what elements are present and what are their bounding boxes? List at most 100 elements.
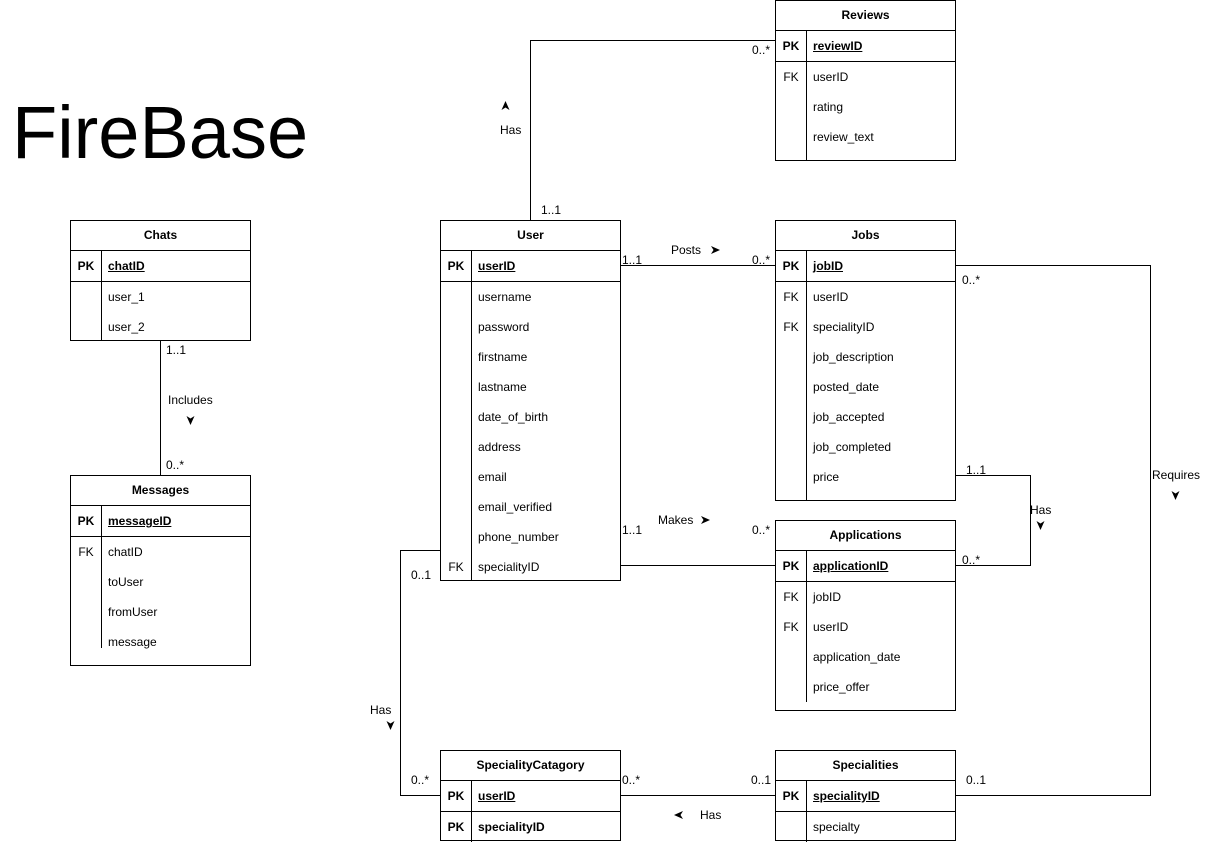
jobs-specialities-line bbox=[955, 265, 1151, 796]
field-row: email_verified bbox=[441, 492, 620, 522]
primary-key-row: PK userID bbox=[441, 781, 620, 811]
user-specialitycatagory-line bbox=[400, 550, 440, 796]
user-reviews-line bbox=[530, 40, 775, 220]
cardinality-label: 0..* bbox=[752, 43, 771, 57]
cardinality-label: 0..* bbox=[752, 253, 771, 267]
entity-title: Chats bbox=[71, 221, 250, 251]
field-name: address bbox=[478, 440, 521, 454]
primary-key-row: PK userID bbox=[441, 251, 620, 281]
primary-key-row: PK specialityID bbox=[441, 812, 620, 842]
field-name: job_completed bbox=[813, 440, 892, 454]
pk-label: PK bbox=[782, 259, 800, 273]
field-name: date_of_birth bbox=[478, 410, 549, 424]
relationship-label: Posts bbox=[671, 243, 702, 257]
cardinality-label: 1..1 bbox=[622, 253, 643, 267]
cardinality-label: 0..1 bbox=[966, 773, 987, 787]
field-name: price bbox=[813, 470, 840, 484]
field-name: chatID bbox=[108, 259, 145, 273]
entity-title: Specialities bbox=[776, 751, 955, 781]
field-name: job_description bbox=[813, 350, 894, 364]
field-name: message bbox=[108, 635, 157, 649]
cardinality-label: 0..1 bbox=[751, 773, 772, 787]
field-name: price_offer bbox=[813, 680, 870, 694]
arrow-down-icon bbox=[1036, 521, 1045, 530]
relationship-label: Has bbox=[700, 808, 722, 822]
cardinality-label: 0..1 bbox=[411, 568, 432, 582]
field-name: review_text bbox=[813, 130, 874, 144]
messages-entity[interactable]: Messages PK messageID FK chatID toUser fr… bbox=[70, 475, 251, 666]
field-name: applicationID bbox=[813, 559, 889, 573]
arrow-right-icon bbox=[711, 246, 720, 254]
field-name: rating bbox=[813, 100, 844, 114]
field-row: message bbox=[71, 627, 250, 657]
pk-label: PK bbox=[782, 39, 800, 53]
field-row: firstname bbox=[441, 342, 620, 372]
key-label: FK bbox=[783, 320, 799, 334]
cardinality-label: 0..* bbox=[166, 458, 185, 472]
field-name: userID bbox=[813, 290, 849, 304]
entity-title: User bbox=[441, 221, 620, 251]
pk-label: PK bbox=[447, 259, 465, 273]
reviews-entity[interactable]: Reviews PK reviewID FK userID rating revi… bbox=[775, 0, 956, 161]
chats-entity[interactable]: Chats PK chatID user_1 user_2 bbox=[70, 220, 251, 341]
arrow-up-icon bbox=[501, 101, 510, 110]
applications-entity[interactable]: Applications PK applicationID FK jobID FK… bbox=[775, 520, 956, 711]
field-row: FK chatID bbox=[71, 537, 250, 567]
field-name: toUser bbox=[108, 575, 144, 589]
arrow-left-icon bbox=[674, 811, 683, 819]
field-name: job_accepted bbox=[813, 410, 885, 424]
pk-label: PK bbox=[447, 820, 465, 834]
field-row: toUser bbox=[71, 567, 250, 597]
field-name: specialty bbox=[813, 820, 860, 834]
field-row: user_1 bbox=[71, 282, 250, 312]
field-row: job_accepted bbox=[776, 402, 955, 432]
specialitycatagory-entity[interactable]: SpecialityCatagory PK userID PK speciali… bbox=[440, 750, 621, 842]
field-row: rating bbox=[776, 92, 955, 122]
field-row: password bbox=[441, 312, 620, 342]
cardinality-label: 0..* bbox=[752, 523, 771, 537]
arrow-down-icon bbox=[186, 416, 195, 425]
primary-key-row: PK applicationID bbox=[776, 551, 955, 581]
field-name: user_1 bbox=[108, 290, 145, 304]
pk-label: PK bbox=[77, 514, 95, 528]
field-name: firstname bbox=[478, 350, 528, 364]
field-row: phone_number bbox=[441, 522, 620, 552]
field-name: messageID bbox=[108, 514, 172, 528]
field-row: FK specialityID bbox=[776, 312, 955, 342]
field-name: jobID bbox=[813, 590, 842, 604]
field-name: specialityID bbox=[478, 820, 545, 834]
field-name: specialityID bbox=[813, 320, 875, 334]
key-label: FK bbox=[448, 560, 464, 574]
relationship-label: Has bbox=[1030, 503, 1052, 517]
cardinality-label: 1..1 bbox=[966, 463, 987, 477]
field-row: job_completed bbox=[776, 432, 955, 462]
entity-title: Messages bbox=[71, 476, 250, 506]
entity-title: Applications bbox=[776, 521, 955, 551]
key-label: FK bbox=[783, 290, 799, 304]
field-name: reviewID bbox=[813, 39, 863, 53]
field-name: email bbox=[478, 470, 507, 484]
field-row: address bbox=[441, 432, 620, 462]
user-entity[interactable]: User PK userID username password firstna… bbox=[440, 220, 621, 581]
specialities-entity[interactable]: Specialities PK specialityID specialty bbox=[775, 750, 956, 842]
field-name: posted_date bbox=[813, 380, 880, 394]
relationship-label: Has bbox=[370, 703, 392, 717]
field-row: username bbox=[441, 282, 620, 312]
field-row: fromUser bbox=[71, 597, 250, 627]
field-name: userID bbox=[813, 70, 849, 84]
field-row: specialty bbox=[776, 812, 955, 842]
relationship-label: Includes bbox=[168, 393, 213, 407]
jobs-entity[interactable]: Jobs PK jobID FK userID FK specialityID jo… bbox=[775, 220, 956, 501]
field-name: chatID bbox=[108, 545, 143, 559]
field-row: email bbox=[441, 462, 620, 492]
relationship-label: Requires bbox=[1152, 468, 1201, 482]
primary-key-row: PK chatID bbox=[71, 251, 250, 281]
field-name: fromUser bbox=[108, 605, 158, 619]
primary-key-row: PK messageID bbox=[71, 506, 250, 536]
field-name: specialityID bbox=[478, 560, 540, 574]
cardinality-label: 0..* bbox=[622, 773, 641, 787]
field-row: FK userID bbox=[776, 62, 955, 92]
entity-title: SpecialityCatagory bbox=[441, 751, 620, 781]
arrow-down-icon bbox=[1171, 491, 1180, 500]
field-name: phone_number bbox=[478, 530, 559, 544]
